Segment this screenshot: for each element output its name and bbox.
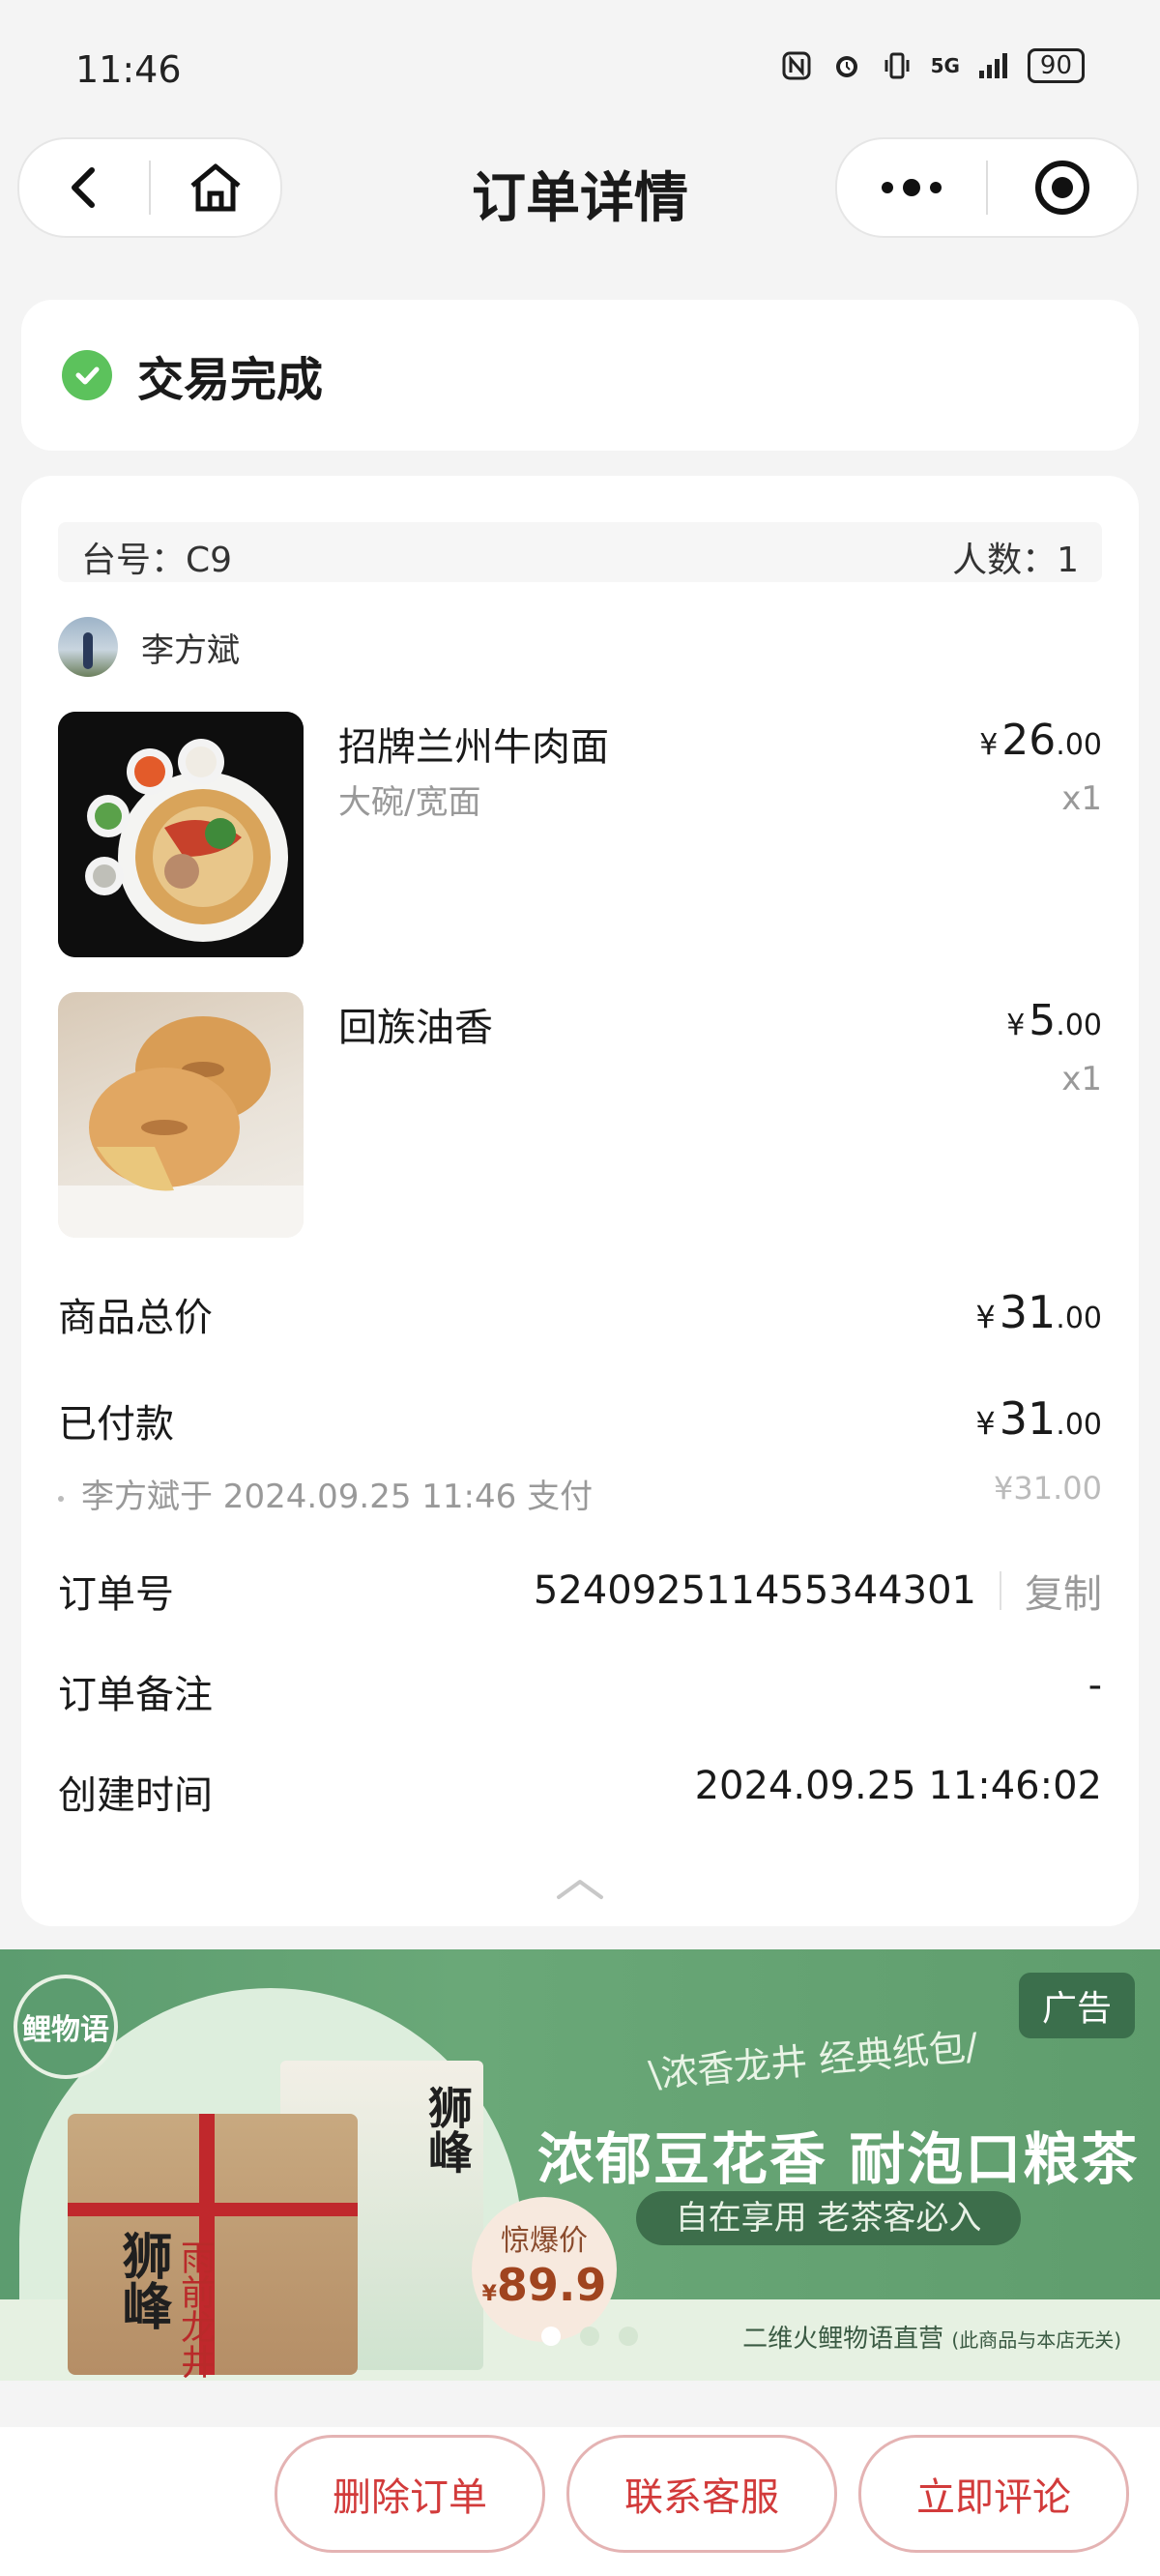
total-price-value: ¥31.00 <box>975 1286 1102 1338</box>
remark-label: 订单备注 <box>58 1673 213 1717</box>
remark-value: - <box>1088 1663 1102 1708</box>
item-name: 招牌兰州牛肉面 <box>338 725 609 770</box>
order-number-label: 订单号 <box>58 1572 174 1617</box>
people-count: 人数：1 <box>952 541 1079 580</box>
order-number: 524092511455344301 <box>533 1568 976 1613</box>
ad-price-badge: 惊爆价 ¥89.9 <box>472 2197 617 2342</box>
signal-icon <box>977 49 1010 82</box>
ad-carousel-dots <box>541 2327 638 2346</box>
created-time-value: 2024.09.25 11:46:02 <box>694 1764 1102 1808</box>
table-number: 台号：C9 <box>81 541 233 580</box>
ad-price-label: 惊爆价 <box>501 2224 588 2258</box>
ad-banner[interactable]: 鲤物语 广告 狮峰 狮峰 雨前龙井 \浓香龙井 经典纸包/ 浓郁豆花香 耐泡口粮… <box>0 1949 1160 2381</box>
ad-tag: 广告 <box>1018 1973 1135 2038</box>
payment-note-amount: ¥31.00 <box>994 1470 1102 1507</box>
bullet-dot <box>58 1495 64 1502</box>
delete-order-button[interactable]: 删除订单 <box>275 2435 545 2553</box>
order-detail-card: 台号：C9 人数：1 李方斌 招牌兰州牛肉面 大碗/宽面 ¥26.00 x1 回… <box>21 476 1139 1926</box>
ad-headline: 浓郁豆花香 耐泡口粮茶 <box>537 2126 1140 2192</box>
collapse-toggle[interactable] <box>555 1876 605 1901</box>
ad-pack-sublabel: 雨前龙井 <box>175 2239 215 2379</box>
order-item[interactable]: 招牌兰州牛肉面 大碗/宽面 ¥26.00 x1 <box>58 712 1102 957</box>
order-status-text: 交易完成 <box>137 353 324 407</box>
table-info-bar: 台号：C9 人数：1 <box>58 522 1102 582</box>
network-type: 5G <box>930 54 960 77</box>
status-time: 11:46 <box>75 48 182 91</box>
vibrate-icon <box>881 49 914 82</box>
item-name: 回族油香 <box>338 1006 493 1050</box>
payment-note: 李方斌于 2024.09.25 11:46 支付 ¥31.00 <box>58 1470 1102 1517</box>
close-miniapp-button[interactable] <box>988 139 1137 236</box>
contact-service-button[interactable]: 联系客服 <box>566 2435 837 2553</box>
order-item[interactable]: 回族油香 ¥5.00 x1 <box>58 992 1102 1238</box>
ad-seller-text: 二维火鲤物语直营 (此商品与本店无关) <box>742 2325 1121 2354</box>
ad-pill-text: 自在享用 老茶客必入 <box>636 2191 1021 2245</box>
ad-tea-box-label: 狮峰 <box>421 2085 474 2174</box>
item-image-beef-noodle <box>58 712 304 957</box>
ad-price-value: ¥89.9 <box>481 2259 607 2311</box>
orderer-name: 李方斌 <box>141 630 240 670</box>
total-price-label: 商品总价 <box>58 1296 213 1340</box>
item-quantity: x1 <box>1061 779 1102 818</box>
status-icons: 5G 90 <box>780 48 1085 83</box>
orderer-row: 李方斌 <box>58 617 240 677</box>
write-review-button[interactable]: 立即评论 <box>858 2435 1129 2553</box>
more-button[interactable] <box>837 139 986 236</box>
item-price: ¥26.00 <box>979 716 1102 765</box>
target-icon <box>1035 161 1089 215</box>
nav-right-capsule <box>835 137 1139 238</box>
payment-note-text: 李方斌于 2024.09.25 11:46 支付 <box>81 1478 594 1516</box>
more-dots-icon <box>882 179 942 196</box>
battery-icon: 90 <box>1027 48 1085 83</box>
alarm-icon <box>830 49 863 82</box>
item-image-fried-bread <box>58 992 304 1238</box>
item-spec: 大碗/宽面 <box>338 783 481 822</box>
paid-value: ¥31.00 <box>975 1392 1102 1445</box>
ad-pack-label: 狮峰 <box>113 2230 171 2330</box>
bottom-action-bar: 删除订单 联系客服 立即评论 <box>0 2427 1160 2576</box>
order-number-value-group: 524092511455344301 复制 <box>534 1563 1102 1619</box>
item-quantity: x1 <box>1061 1060 1102 1098</box>
nfc-icon <box>780 49 813 82</box>
paid-label: 已付款 <box>58 1402 174 1447</box>
order-status-card: 交易完成 <box>21 300 1139 451</box>
ad-subtitle: \浓香龙井 经典纸包/ <box>647 2025 980 2096</box>
item-price: ¥5.00 <box>1006 996 1102 1045</box>
avatar <box>58 617 118 677</box>
copy-button[interactable]: 复制 <box>1025 1563 1102 1619</box>
created-time-label: 创建时间 <box>58 1773 213 1818</box>
copy-separator <box>1000 1571 1001 1610</box>
ad-brand-logo: 鲤物语 <box>14 1975 118 2079</box>
status-bar: 11:46 5G 90 <box>0 0 1160 135</box>
check-circle-icon <box>62 350 112 400</box>
chevron-up-icon <box>557 1880 603 1899</box>
